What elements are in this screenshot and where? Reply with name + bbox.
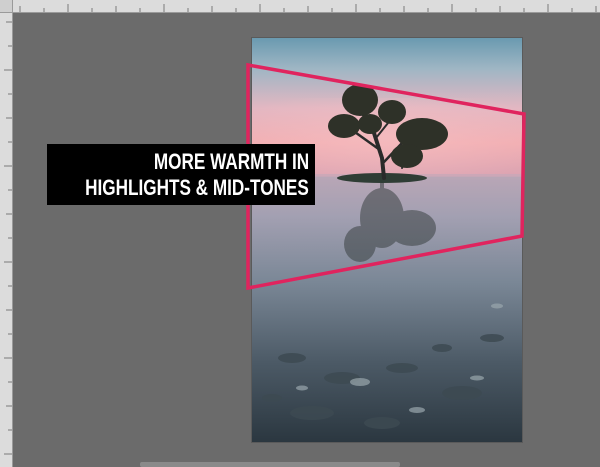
vertical-ruler[interactable] bbox=[0, 12, 13, 467]
caption-banner: MORE WARMTH IN HIGHLIGHTS & MID-TONES bbox=[47, 144, 315, 205]
horizontal-scrollbar[interactable] bbox=[140, 462, 400, 467]
ruler-origin[interactable] bbox=[0, 0, 13, 13]
caption-line-1: MORE WARMTH IN bbox=[153, 148, 309, 174]
horizontal-ruler-ticks bbox=[19, 4, 597, 12]
document-photo[interactable] bbox=[252, 38, 522, 442]
horizontal-ruler[interactable] bbox=[0, 0, 600, 13]
caption-line-2: HIGHLIGHTS & MID-TONES bbox=[85, 174, 309, 200]
vertical-ruler-ticks bbox=[4, 21, 12, 455]
landscape-photo bbox=[252, 38, 522, 442]
